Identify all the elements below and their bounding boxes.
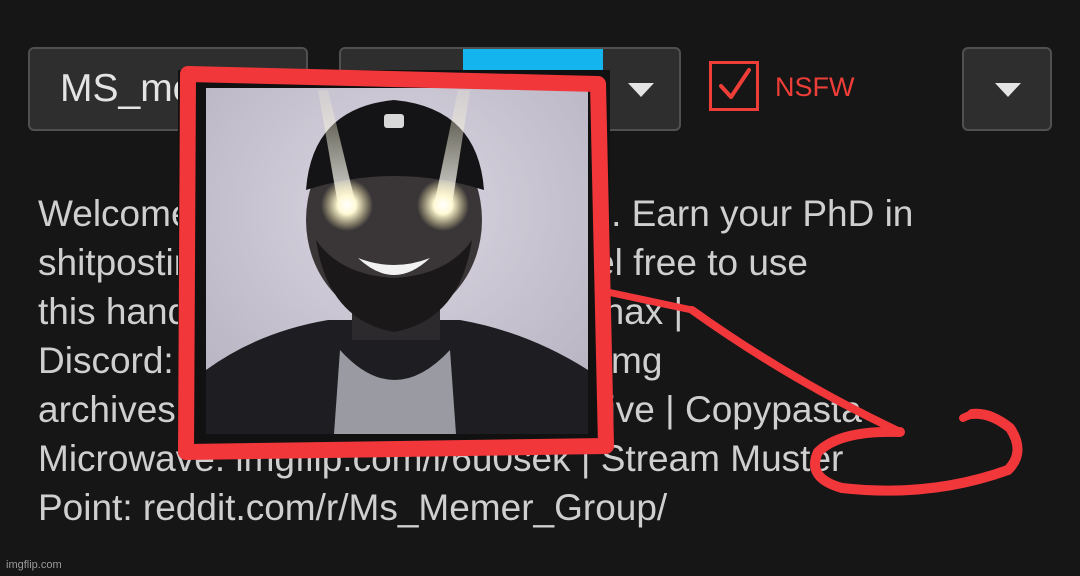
- chevron-down-icon[interactable]: [628, 83, 654, 97]
- watermark: imgflip.com: [6, 559, 62, 571]
- chevron-down-icon: [995, 83, 1021, 97]
- nsfw-checkbox[interactable]: [709, 61, 759, 111]
- more-options-dropdown[interactable]: [962, 47, 1052, 131]
- nsfw-label: NSFW: [775, 72, 855, 102]
- check-icon: [719, 68, 751, 99]
- pasted-photo: [178, 70, 610, 454]
- description-line: Point: reddit.com/r/Ms_Memer_Group/: [38, 487, 668, 528]
